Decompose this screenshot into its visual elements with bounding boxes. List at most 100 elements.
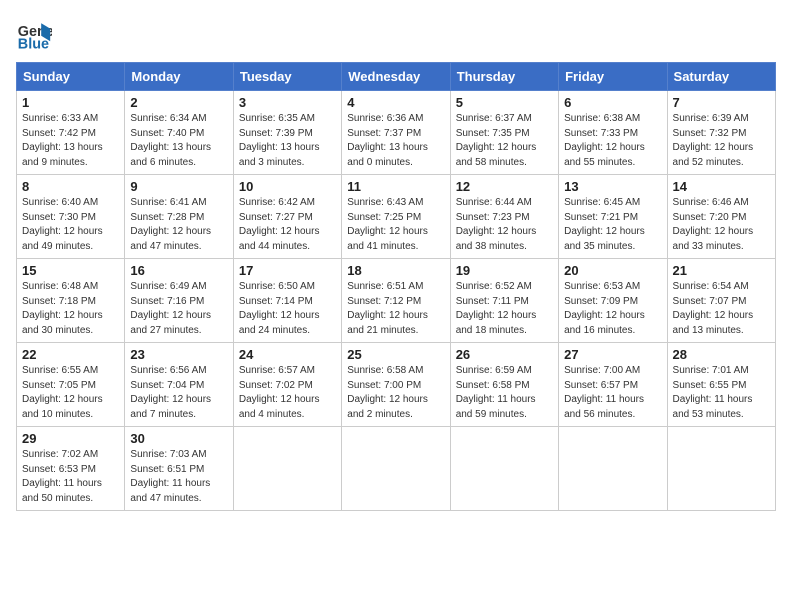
- day-cell-30: 30 Sunrise: 7:03 AMSunset: 6:51 PMDayligh…: [125, 427, 233, 511]
- day-number: 10: [239, 179, 336, 194]
- day-number: 17: [239, 263, 336, 278]
- day-info: Sunrise: 6:58 AMSunset: 7:00 PMDaylight:…: [347, 364, 444, 422]
- day-number: 4: [347, 95, 444, 110]
- day-cell-28: 28 Sunrise: 7:01 AMSunset: 6:55 PMDayligh…: [667, 343, 775, 427]
- day-cell-15: 15 Sunrise: 6:48 AMSunset: 7:18 PMDayligh…: [17, 259, 125, 343]
- day-number: 28: [673, 347, 770, 362]
- day-info: Sunrise: 6:35 AMSunset: 7:39 PMDaylight:…: [239, 112, 336, 170]
- empty-cell: [450, 427, 558, 511]
- day-info: Sunrise: 6:45 AMSunset: 7:21 PMDaylight:…: [564, 196, 661, 254]
- day-cell-29: 29 Sunrise: 7:02 AMSunset: 6:53 PMDayligh…: [17, 427, 125, 511]
- day-cell-11: 11 Sunrise: 6:43 AMSunset: 7:25 PMDayligh…: [342, 175, 450, 259]
- day-cell-22: 22 Sunrise: 6:55 AMSunset: 7:05 PMDayligh…: [17, 343, 125, 427]
- header: General Blue: [16, 16, 776, 52]
- day-number: 2: [130, 95, 227, 110]
- svg-text:Blue: Blue: [18, 36, 49, 52]
- empty-cell: [667, 427, 775, 511]
- header-sunday: Sunday: [17, 63, 125, 91]
- day-number: 18: [347, 263, 444, 278]
- day-number: 7: [673, 95, 770, 110]
- day-cell-4: 4Sunrise: 6:36 AMSunset: 7:37 PMDaylight…: [342, 91, 450, 175]
- day-cell-13: 13 Sunrise: 6:45 AMSunset: 7:21 PMDayligh…: [559, 175, 667, 259]
- day-info: Sunrise: 6:59 AMSunset: 6:58 PMDaylight:…: [456, 364, 553, 422]
- day-number: 14: [673, 179, 770, 194]
- day-info: Sunrise: 6:54 AMSunset: 7:07 PMDaylight:…: [673, 280, 770, 338]
- day-info: Sunrise: 6:39 AMSunset: 7:32 PMDaylight:…: [673, 112, 770, 170]
- day-info: Sunrise: 6:51 AMSunset: 7:12 PMDaylight:…: [347, 280, 444, 338]
- day-cell-23: 23 Sunrise: 6:56 AMSunset: 7:04 PMDayligh…: [125, 343, 233, 427]
- day-info: Sunrise: 6:55 AMSunset: 7:05 PMDaylight:…: [22, 364, 119, 422]
- week-row-5: 29 Sunrise: 7:02 AMSunset: 6:53 PMDayligh…: [17, 427, 776, 511]
- day-cell-25: 25 Sunrise: 6:58 AMSunset: 7:00 PMDayligh…: [342, 343, 450, 427]
- week-row-2: 8 Sunrise: 6:40 AMSunset: 7:30 PMDaylight…: [17, 175, 776, 259]
- day-number: 16: [130, 263, 227, 278]
- day-number: 15: [22, 263, 119, 278]
- day-number: 20: [564, 263, 661, 278]
- day-cell-5: 5 Sunrise: 6:37 AMSunset: 7:35 PMDaylight…: [450, 91, 558, 175]
- day-number: 3: [239, 95, 336, 110]
- day-info: Sunrise: 6:52 AMSunset: 7:11 PMDaylight:…: [456, 280, 553, 338]
- day-cell-24: 24 Sunrise: 6:57 AMSunset: 7:02 PMDayligh…: [233, 343, 341, 427]
- day-info: Sunrise: 6:56 AMSunset: 7:04 PMDaylight:…: [130, 364, 227, 422]
- day-number: 5: [456, 95, 553, 110]
- day-info: Sunrise: 6:57 AMSunset: 7:02 PMDaylight:…: [239, 364, 336, 422]
- day-info: Sunrise: 6:40 AMSunset: 7:30 PMDaylight:…: [22, 196, 119, 254]
- day-number: 23: [130, 347, 227, 362]
- day-number: 22: [22, 347, 119, 362]
- empty-cell: [233, 427, 341, 511]
- day-info: Sunrise: 7:02 AMSunset: 6:53 PMDaylight:…: [22, 448, 119, 506]
- header-thursday: Thursday: [450, 63, 558, 91]
- header-tuesday: Tuesday: [233, 63, 341, 91]
- day-number: 13: [564, 179, 661, 194]
- day-info: Sunrise: 6:44 AMSunset: 7:23 PMDaylight:…: [456, 196, 553, 254]
- day-info: Sunrise: 6:50 AMSunset: 7:14 PMDaylight:…: [239, 280, 336, 338]
- day-info: Sunrise: 6:41 AMSunset: 7:28 PMDaylight:…: [130, 196, 227, 254]
- day-info: Sunrise: 6:46 AMSunset: 7:20 PMDaylight:…: [673, 196, 770, 254]
- day-number: 8: [22, 179, 119, 194]
- calendar-header-row: SundayMondayTuesdayWednesdayThursdayFrid…: [17, 63, 776, 91]
- day-cell-10: 10 Sunrise: 6:42 AMSunset: 7:27 PMDayligh…: [233, 175, 341, 259]
- logo: General Blue: [16, 16, 56, 52]
- day-number: 1: [22, 95, 119, 110]
- header-friday: Friday: [559, 63, 667, 91]
- day-info: Sunrise: 7:00 AMSunset: 6:57 PMDaylight:…: [564, 364, 661, 422]
- day-number: 12: [456, 179, 553, 194]
- day-info: Sunrise: 6:34 AMSunset: 7:40 PMDaylight:…: [130, 112, 227, 170]
- day-number: 21: [673, 263, 770, 278]
- day-info: Sunrise: 6:49 AMSunset: 7:16 PMDaylight:…: [130, 280, 227, 338]
- day-info: Sunrise: 6:42 AMSunset: 7:27 PMDaylight:…: [239, 196, 336, 254]
- day-cell-20: 20Sunrise: 6:53 AMSunset: 7:09 PMDayligh…: [559, 259, 667, 343]
- day-number: 6: [564, 95, 661, 110]
- day-info: Sunrise: 6:43 AMSunset: 7:25 PMDaylight:…: [347, 196, 444, 254]
- day-number: 26: [456, 347, 553, 362]
- header-monday: Monday: [125, 63, 233, 91]
- day-number: 27: [564, 347, 661, 362]
- week-row-4: 22 Sunrise: 6:55 AMSunset: 7:05 PMDayligh…: [17, 343, 776, 427]
- logo-icon: General Blue: [16, 16, 52, 52]
- week-row-3: 15 Sunrise: 6:48 AMSunset: 7:18 PMDayligh…: [17, 259, 776, 343]
- day-cell-3: 3 Sunrise: 6:35 AMSunset: 7:39 PMDaylight…: [233, 91, 341, 175]
- day-cell-14: 14 Sunrise: 6:46 AMSunset: 7:20 PMDayligh…: [667, 175, 775, 259]
- day-cell-12: 12 Sunrise: 6:44 AMSunset: 7:23 PMDayligh…: [450, 175, 558, 259]
- empty-cell: [559, 427, 667, 511]
- day-number: 29: [22, 431, 119, 446]
- day-cell-21: 21 Sunrise: 6:54 AMSunset: 7:07 PMDayligh…: [667, 259, 775, 343]
- day-cell-9: 9Sunrise: 6:41 AMSunset: 7:28 PMDaylight…: [125, 175, 233, 259]
- day-cell-26: 26 Sunrise: 6:59 AMSunset: 6:58 PMDayligh…: [450, 343, 558, 427]
- day-number: 25: [347, 347, 444, 362]
- day-cell-27: 27 Sunrise: 7:00 AMSunset: 6:57 PMDayligh…: [559, 343, 667, 427]
- day-info: Sunrise: 6:48 AMSunset: 7:18 PMDaylight:…: [22, 280, 119, 338]
- calendar-table: SundayMondayTuesdayWednesdayThursdayFrid…: [16, 62, 776, 511]
- day-info: Sunrise: 6:37 AMSunset: 7:35 PMDaylight:…: [456, 112, 553, 170]
- day-number: 11: [347, 179, 444, 194]
- day-cell-1: 1Sunrise: 6:33 AMSunset: 7:42 PMDaylight…: [17, 91, 125, 175]
- day-info: Sunrise: 7:03 AMSunset: 6:51 PMDaylight:…: [130, 448, 227, 506]
- day-number: 24: [239, 347, 336, 362]
- day-info: Sunrise: 7:01 AMSunset: 6:55 PMDaylight:…: [673, 364, 770, 422]
- day-cell-6: 6Sunrise: 6:38 AMSunset: 7:33 PMDaylight…: [559, 91, 667, 175]
- day-number: 30: [130, 431, 227, 446]
- week-row-1: 1Sunrise: 6:33 AMSunset: 7:42 PMDaylight…: [17, 91, 776, 175]
- day-number: 19: [456, 263, 553, 278]
- day-cell-8: 8 Sunrise: 6:40 AMSunset: 7:30 PMDaylight…: [17, 175, 125, 259]
- day-cell-18: 18 Sunrise: 6:51 AMSunset: 7:12 PMDayligh…: [342, 259, 450, 343]
